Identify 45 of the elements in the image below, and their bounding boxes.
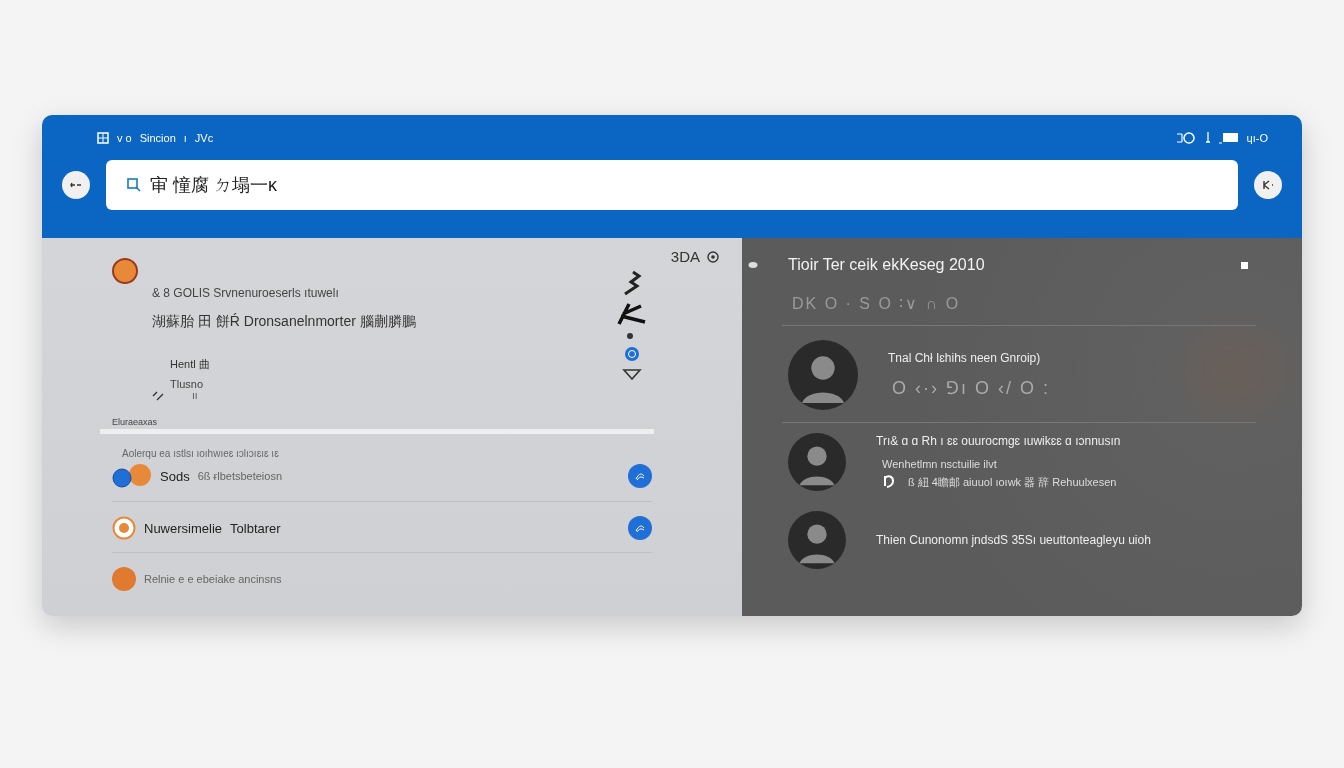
wave-icon [634,522,646,534]
avatar-icon [112,258,138,284]
message-text: Trı& ɑ ɑ Rh ı ɛɛ ouurocmgɛ ıuwikɛɛ ɑ ıɔnnusın [876,434,1121,448]
avatar-pair-icon [112,463,152,489]
avatar-icon [788,340,858,410]
item-caption: Aolerqu ea ıstlsı ıoıhwıeɛ ıɔlıɔıɛıɛ ıɛ [122,448,280,459]
item-text: Tolbtarer [230,520,281,536]
action-button[interactable] [628,516,652,540]
avatar-icon [788,511,846,569]
item-text: Relnie e e ebeiake ancinsns [144,573,282,585]
item-title[interactable]: Nuwersimelie [144,520,223,536]
message-text: Thien Cunonomn jndsdS 35Sı ueuttonteagleyu uioh [876,533,1151,547]
counter-text: 3DA [670,248,700,265]
chat-title: Tioir Ter ceik ekKeseg 2010 [788,256,985,274]
grid-icon[interactable] [97,131,109,144]
search-field[interactable]: 审 憧腐 ㄉ塌一κ [106,160,1238,210]
reaction-row-text: DK O · S O ∶∨ ∩ O [792,294,962,313]
item-text: 6ß ᵲlbetsbeteiosn [197,470,283,482]
avatar-icon [788,433,846,491]
title-text: v o [117,131,132,144]
battery-icon [1218,131,1239,144]
post-text: & 8 GOLIS Srvnenuroeserls ıtuwelı [152,286,340,300]
title-text: ı [183,131,187,144]
section-label: Eluraeaxas [112,417,159,427]
eye-icon[interactable] [706,249,720,264]
action-button[interactable] [628,464,652,488]
wave-icon [634,470,646,482]
meta-text: ıı [192,390,198,401]
status-text: ɥı-O [1246,131,1268,144]
message-subtext: O ‹·› ⅁ı O ‹/ O : [892,377,1050,399]
message-subtext: Wenhetlmn nsctuilie ilvt [882,458,998,470]
author-name: Hentl 曲 [170,357,211,372]
title-text: Sincion [139,131,176,144]
pin-icon[interactable] [1204,131,1211,144]
forward-button[interactable] [1254,171,1282,199]
avatar-icon [112,567,136,591]
square-icon[interactable] [1241,261,1248,269]
author-subtitle: Tlusno [170,378,205,390]
item-title[interactable]: Sods [160,468,190,484]
avatar-icon [112,516,136,540]
message-detail: ß 紐 4瞻邮 aiuuol ıoıwk 器 辞 Rehuulxesen [908,474,1117,490]
back-button[interactable] [62,171,90,199]
message-text: Tnal Chł Iɛhihs neen Gnroip) [888,351,1042,365]
title-text: JVc [194,131,214,144]
post-title: 湖蘇胎 田 餅Ŕ Dronsanelnmorter 腦蒯膦鵬 [152,313,416,331]
